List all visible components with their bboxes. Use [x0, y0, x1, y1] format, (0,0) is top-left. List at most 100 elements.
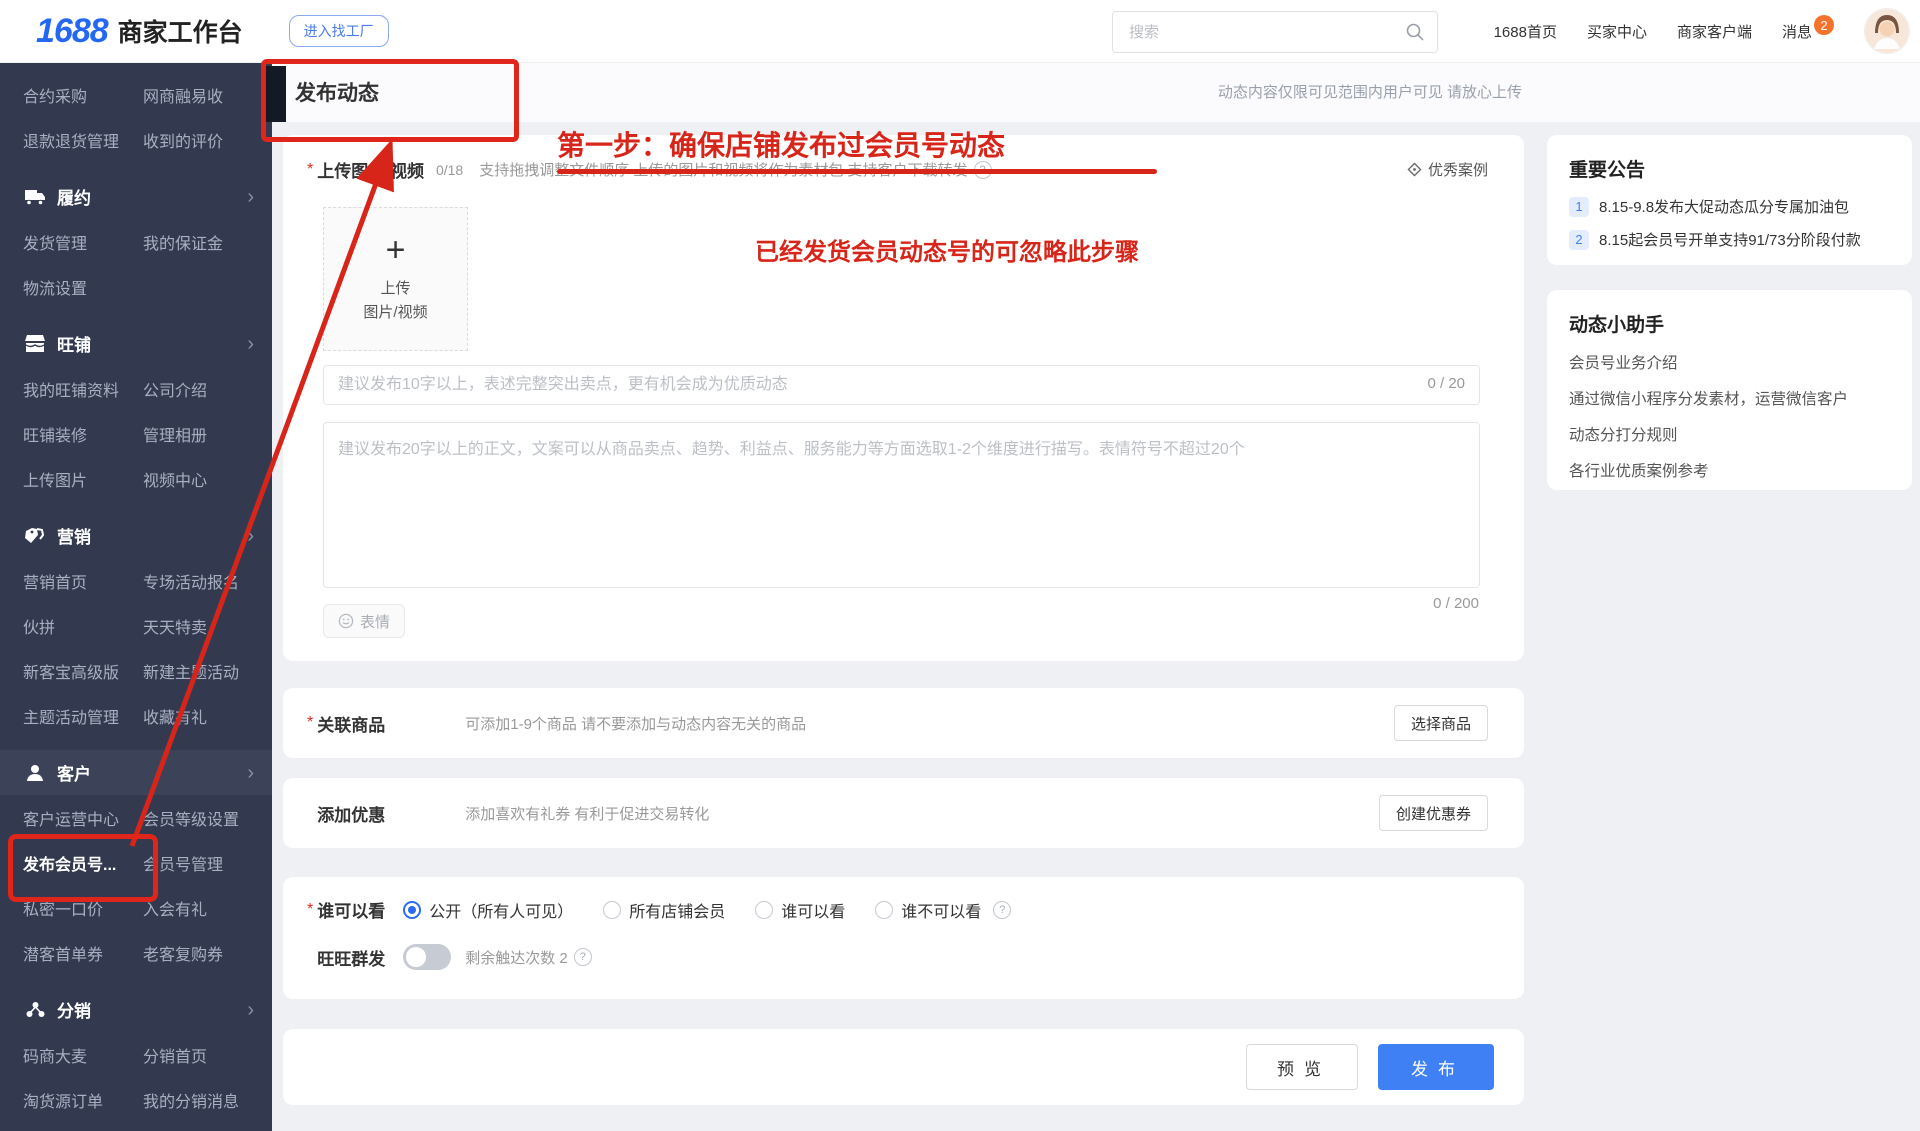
sidebar-item-new-theme-activity[interactable]: 新建主题活动 [143, 659, 239, 683]
add-discount-card: * 添加优惠 添加喜欢有礼券 有利于促进交易转化 创建优惠券 [283, 778, 1524, 848]
upload-count: 0/18 [436, 162, 463, 178]
radio-public[interactable]: 公开（所有人可见） [403, 898, 573, 922]
sidebar-item-daily-deals[interactable]: 天天特卖 [143, 614, 207, 638]
helper-card: 动态小助手 会员号业务介绍 通过微信小程序分发素材，运营微信客户 动态分打分规则… [1547, 290, 1912, 490]
sidebar-item-company-intro[interactable]: 公司介绍 [143, 377, 207, 401]
enter-factory-button[interactable]: 进入找工厂 [289, 15, 389, 47]
add-discount-hint: 添加喜欢有礼券 有利于促进交易转化 [465, 803, 709, 824]
sidebar-item-mashang-damai[interactable]: 码商大麦 [23, 1043, 141, 1067]
helper-link-wechat-miniprogram[interactable]: 通过微信小程序分发素材，运营微信客户 [1569, 387, 1890, 409]
logo-1688[interactable]: 1688 [36, 12, 108, 51]
sidebar-row: 我的旺铺资料 公司介绍 [0, 366, 272, 411]
sidebar-item-my-distribution-messages[interactable]: 我的分销消息 [143, 1088, 239, 1112]
sidebar-item-logistics-settings[interactable]: 物流设置 [23, 275, 141, 299]
help-icon[interactable]: ? [993, 901, 1011, 919]
post-title-input[interactable] [324, 366, 1479, 404]
sidebar-row: 伙拼 天天特卖 [0, 603, 272, 648]
nav-1688-home[interactable]: 1688首页 [1494, 21, 1557, 42]
privacy-note: 动态内容仅限可见范围内用户可见 请放心上传 [1218, 81, 1522, 102]
user-avatar[interactable] [1864, 8, 1910, 54]
sidebar-row: 新客宝高级版 新建主题活动 [0, 648, 272, 693]
sidebar-row: 客户运营中心 会员等级设置 [0, 795, 272, 840]
sidebar-item-received-reviews[interactable]: 收到的评价 [143, 128, 223, 152]
add-discount-label: 添加优惠 [317, 801, 449, 826]
sidebar-section-marketing[interactable]: 营销 › [0, 513, 272, 558]
related-products-card: * 关联商品 可添加1-9个商品 请不要添加与动态内容无关的商品 选择商品 [283, 688, 1524, 758]
sidebar-item-distribution-home[interactable]: 分销首页 [143, 1043, 207, 1067]
post-body-textarea[interactable] [324, 423, 1479, 587]
sidebar-item-member-account-mgmt[interactable]: 会员号管理 [143, 851, 223, 875]
emoji-button[interactable]: 表情 [323, 604, 405, 638]
nav-merchant-client[interactable]: 商家客户端 [1677, 21, 1752, 42]
announcement-item[interactable]: 1 8.15-9.8发布大促动态瓜分专属加油包 [1569, 196, 1890, 217]
sidebar-section-customers[interactable]: 客户 › [0, 750, 272, 795]
radio-who-can-see[interactable]: 谁可以看 [755, 898, 845, 922]
helper-link-industry-cases[interactable]: 各行业优质案例参考 [1569, 459, 1890, 481]
sidebar-item-marketing-home[interactable]: 营销首页 [23, 569, 141, 593]
select-products-button[interactable]: 选择商品 [1394, 705, 1488, 741]
sidebar-item-store-decoration[interactable]: 旺铺装修 [23, 422, 141, 446]
excellent-cases-link[interactable]: 优秀案例 [1407, 159, 1488, 180]
sidebar-item-repeat-buy-coupon[interactable]: 老客复购券 [143, 941, 223, 965]
sidebar: 合约采购 网商融易收 退款退货管理 收到的评价 履约 › 发货管理 我的保证金 … [0, 62, 272, 1131]
sidebar-item-first-order-coupon[interactable]: 潜客首单券 [23, 941, 141, 965]
sidebar-section-wangpu[interactable]: 旺铺 › [0, 321, 272, 366]
plus-icon: + [386, 233, 406, 267]
visibility-radio-group: 公开（所有人可见） 所有店铺会员 谁可以看 谁不可以看 ? [403, 898, 1011, 922]
sidebar-item-favorite-gift[interactable]: 收藏有礼 [143, 704, 207, 728]
create-coupon-button[interactable]: 创建优惠券 [1379, 795, 1488, 831]
chevron-right-icon: › [247, 334, 254, 354]
publish-button[interactable]: 发布 [1378, 1044, 1494, 1090]
helper-link-scoring-rules[interactable]: 动态分打分规则 [1569, 423, 1890, 445]
sidebar-item-upload-images[interactable]: 上传图片 [23, 467, 141, 491]
search-input[interactable] [1127, 23, 1405, 42]
radio-who-cannot-see[interactable]: 谁不可以看 [875, 898, 981, 922]
help-icon[interactable]: ? [574, 948, 592, 966]
helper-link-member-intro[interactable]: 会员号业务介绍 [1569, 351, 1890, 373]
sidebar-row: 私密一口价 入会有礼 [0, 885, 272, 930]
chevron-right-icon: › [247, 1000, 254, 1020]
sidebar-item-my-store-profile[interactable]: 我的旺铺资料 [23, 377, 141, 401]
diamond-icon [1407, 162, 1422, 177]
sidebar-item-member-level-settings[interactable]: 会员等级设置 [143, 806, 239, 830]
preview-button[interactable]: 预览 [1246, 1044, 1358, 1090]
sidebar-section-fulfillment[interactable]: 履约 › [0, 174, 272, 219]
sidebar-item-theme-activity-mgmt[interactable]: 主题活动管理 [23, 704, 141, 728]
sidebar-item-event-signup[interactable]: 专场活动报名 [143, 569, 239, 593]
sidebar-section-label: 履约 [57, 184, 91, 209]
sidebar-item-my-deposit[interactable]: 我的保证金 [143, 230, 223, 254]
broadcast-toggle[interactable] [403, 944, 451, 970]
sidebar-item-wangshang-pay[interactable]: 网商融易收 [143, 83, 223, 107]
radio-all-store-members[interactable]: 所有店铺会员 [603, 898, 725, 922]
sidebar-item-private-price[interactable]: 私密一口价 [23, 896, 141, 920]
radio-selected-icon [403, 901, 421, 919]
sidebar-item-contract-purchase[interactable]: 合约采购 [23, 83, 141, 107]
related-products-hint: 可添加1-9个商品 请不要添加与动态内容无关的商品 [465, 713, 806, 734]
announcements-title: 重要公告 [1569, 155, 1890, 182]
sidebar-item-manage-albums[interactable]: 管理相册 [143, 422, 207, 446]
sidebar-item-publish-member-post[interactable]: 发布会员号... [23, 851, 141, 875]
help-icon[interactable]: ? [974, 161, 992, 179]
visibility-card: * 谁可以看 公开（所有人可见） 所有店铺会员 谁可以看 谁不可以看 [283, 877, 1524, 999]
announcement-number-badge: 1 [1569, 197, 1589, 217]
sidebar-section-label: 营销 [57, 523, 91, 548]
sidebar-item-shipping-management[interactable]: 发货管理 [23, 230, 141, 254]
sidebar-item-xinkebao[interactable]: 新客宝高级版 [23, 659, 141, 683]
sidebar-item-customer-operation-center[interactable]: 客户运营中心 [23, 806, 141, 830]
nav-messages[interactable]: 消息 2 [1782, 21, 1834, 42]
sidebar-item-join-gift[interactable]: 入会有礼 [143, 896, 207, 920]
search-icon[interactable] [1405, 22, 1425, 42]
announcement-item[interactable]: 2 8.15起会员号开单支持91/73分阶段付款 [1569, 229, 1890, 250]
sidebar-item-taohuoyuan-orders[interactable]: 淘货源订单 [23, 1088, 141, 1112]
person-icon [23, 763, 47, 783]
sidebar-item-video-center[interactable]: 视频中心 [143, 467, 207, 491]
sidebar-section-distribution[interactable]: 分销 › [0, 987, 272, 1032]
sidebar-section-label: 客户 [57, 760, 91, 785]
sidebar-item-refund-management[interactable]: 退款退货管理 [23, 128, 141, 152]
nav-buyer-center[interactable]: 买家中心 [1587, 21, 1647, 42]
upload-dropzone[interactable]: + 上传 图片/视频 [323, 207, 468, 351]
message-count-badge: 2 [1814, 15, 1834, 35]
upload-hint: 支持拖拽调整文件顺序 上传的图片和视频将作为素材包 支持客户下载转发 [479, 159, 967, 180]
radio-icon [875, 901, 893, 919]
sidebar-item-huopin[interactable]: 伙拼 [23, 614, 141, 638]
